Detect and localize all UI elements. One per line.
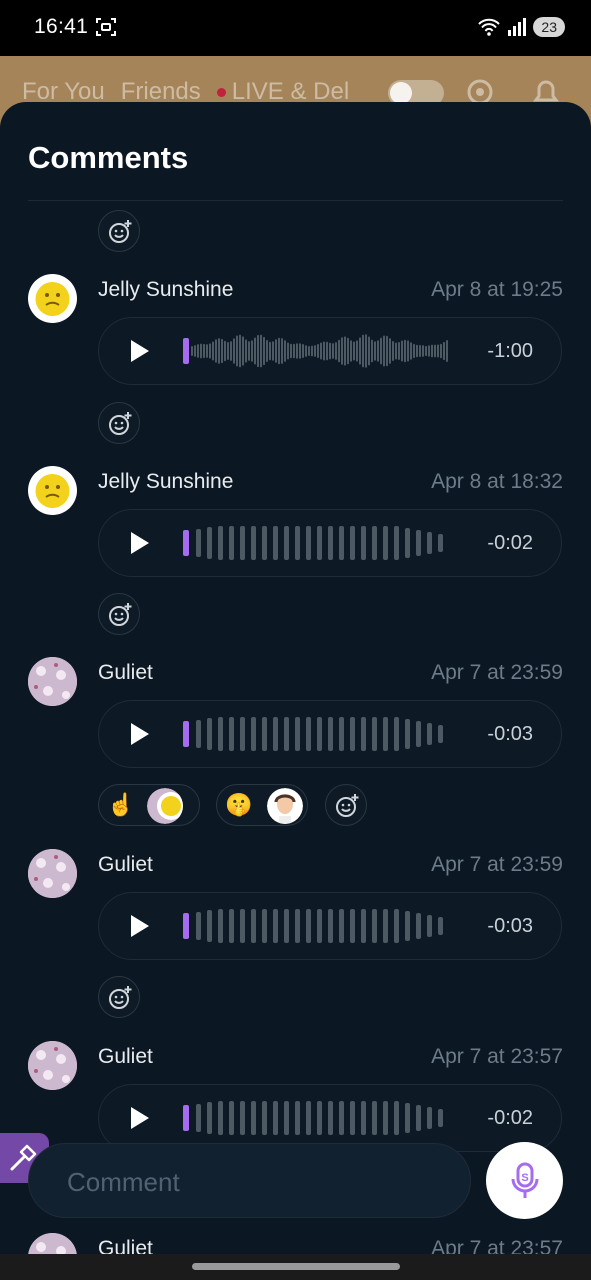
add-reaction-button[interactable] (98, 593, 140, 635)
comment-time: Apr 8 at 19:25 (431, 278, 563, 301)
add-reaction-button[interactable] (325, 784, 367, 826)
screen-record-icon (96, 18, 116, 36)
smiley-plus-icon (109, 986, 132, 1009)
battery-indicator: 23 (533, 17, 565, 37)
comments-sheet: Comments Jelly Sunshine Apr 8 at 19:25 -… (0, 102, 591, 1280)
add-reaction-button[interactable] (98, 976, 140, 1018)
smiley-plus-icon (336, 794, 359, 817)
waveform-bars[interactable] (183, 522, 449, 564)
comment-author[interactable]: Jelly Sunshine (98, 278, 233, 302)
duration-label: -0:03 (487, 915, 533, 937)
play-button[interactable] (131, 723, 149, 745)
waveform-dense[interactable] (183, 330, 449, 372)
pattern-avatar-icon (28, 657, 77, 706)
comment-author[interactable]: Guliet (98, 1045, 153, 1069)
play-button[interactable] (131, 915, 149, 937)
smiley-plus-icon (109, 603, 132, 626)
smiley-plus-icon (109, 220, 132, 243)
voice-player: -1:00 (98, 317, 562, 385)
duration-label: -0:02 (487, 1107, 533, 1129)
divider (28, 200, 563, 201)
waveform-bars[interactable] (183, 905, 449, 947)
pattern-avatar-icon (28, 1041, 77, 1090)
status-bar: 16:41 23 (0, 0, 591, 56)
play-button[interactable] (131, 1107, 149, 1129)
status-time: 16:41 (34, 15, 89, 38)
waveform-bars[interactable] (183, 1097, 449, 1139)
emoji-avatar-icon (35, 474, 70, 508)
avatar[interactable] (28, 849, 77, 898)
duration-label: -1:00 (487, 340, 533, 362)
voice-player: -0:02 (98, 509, 562, 577)
comment-author[interactable]: Guliet (98, 661, 153, 685)
reaction-emoji: ☝️ (107, 792, 135, 817)
record-voice-button[interactable]: S (486, 1142, 563, 1219)
pattern-avatar-icon (28, 849, 77, 898)
wifi-icon (478, 18, 501, 36)
comment-time: Apr 8 at 18:32 (431, 470, 563, 493)
comment-time: Apr 7 at 23:59 (431, 661, 563, 684)
avatar[interactable] (28, 1041, 77, 1090)
comment-input-wrapper (28, 1143, 471, 1218)
waveform-bars[interactable] (183, 713, 449, 755)
comment-time: Apr 7 at 23:57 (431, 1045, 563, 1068)
signal-icon (508, 18, 527, 36)
smiley-plus-icon (109, 412, 132, 435)
reactor-avatar-icon (267, 788, 303, 824)
add-reaction-button[interactable] (98, 402, 140, 444)
add-reaction-button[interactable] (98, 210, 140, 252)
voice-player: -0:03 (98, 700, 562, 768)
avatar[interactable] (28, 466, 77, 515)
emoji-avatar-icon (35, 282, 70, 316)
comment-time: Apr 7 at 23:59 (431, 853, 563, 876)
reaction-chip[interactable]: 🤫 (216, 784, 308, 826)
voice-player: -0:02 (98, 1084, 562, 1152)
home-indicator[interactable] (192, 1263, 400, 1270)
duration-label: -0:02 (487, 532, 533, 554)
duration-label: -0:03 (487, 723, 533, 745)
comment-author[interactable]: Guliet (98, 853, 153, 877)
avatar[interactable] (28, 657, 77, 706)
microphone-icon: S (511, 1162, 539, 1198)
comment-input[interactable] (65, 1164, 449, 1200)
reaction-emoji: 🤫 (225, 792, 253, 817)
play-button[interactable] (131, 532, 149, 554)
tab-live-label: LIVE & Del (231, 78, 350, 105)
play-button[interactable] (131, 340, 149, 362)
status-icons: 23 (477, 14, 565, 40)
reaction-chip[interactable]: ☝️ (98, 784, 200, 826)
live-dot-icon (216, 88, 226, 98)
avatar[interactable] (28, 274, 77, 323)
svg-text:S: S (521, 1172, 528, 1184)
comment-author[interactable]: Jelly Sunshine (98, 470, 233, 494)
reactor-avatar-icon (147, 788, 183, 824)
sheet-title: Comments (28, 140, 189, 175)
voice-player: -0:03 (98, 892, 562, 960)
